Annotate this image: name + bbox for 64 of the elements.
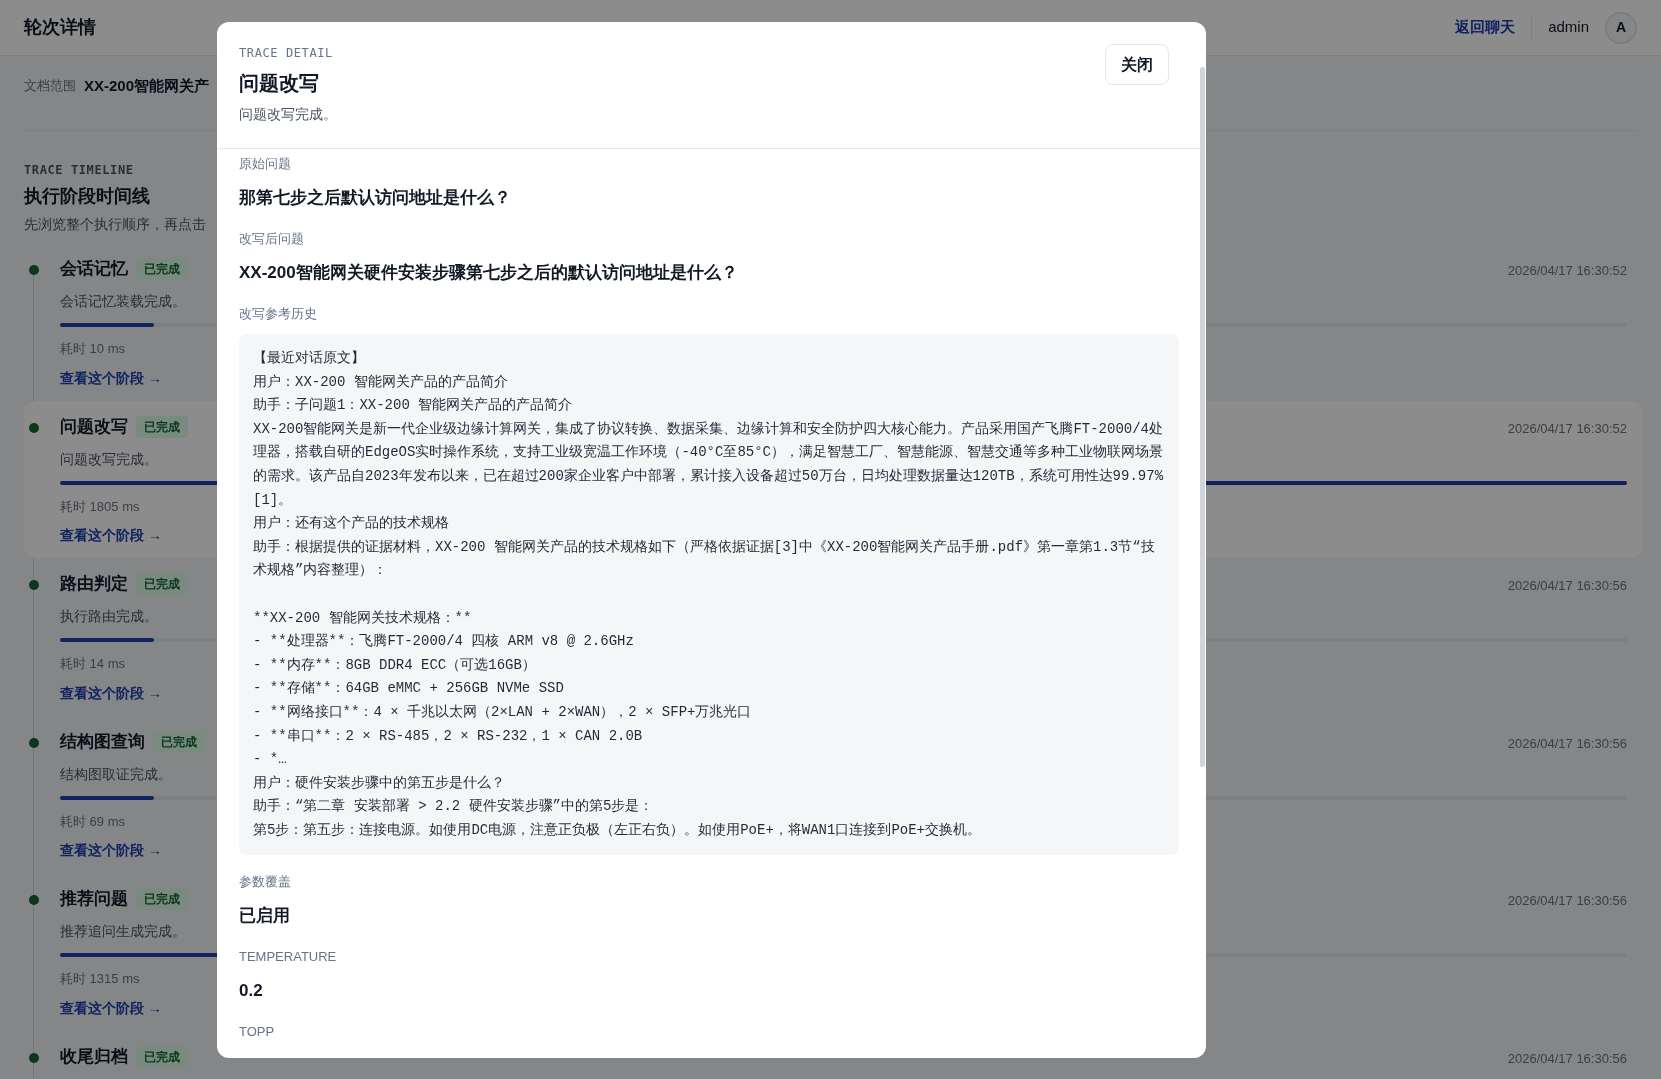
stage-timestamp: 2026/04/17 16:30:56 [1507,734,1627,753]
stage-timestamp: 2026/04/17 16:30:56 [1507,892,1627,910]
stage-name: 收尾归档 [60,1045,128,1068]
field-label: TEMPERATURE [239,948,337,967]
dialog-title: 问题改写 [239,71,319,96]
history-line: - **串口**：2 × RS-485，2 × RS-232，1 × CAN 2.0B [253,726,643,746]
stage-duration: 耗时 69 ms [60,812,125,831]
history-line: 助手：“第二章 安装部署 > 2.2 硬件安装步骤”中的第5步是： [253,797,654,817]
history-line: - **内存**：8GB DDR4 ECC（可选16GB） [253,655,536,675]
stage-description: 会话记忆装载完成。 [60,292,186,311]
status-badge: 已完成 [136,573,188,595]
history-line: 用户：XX-200 智能网关产品的产品简介 [253,372,508,392]
field-label: 原始问题 [239,155,291,173]
status-badge: 已完成 [136,415,188,438]
history-line: **XX-200 智能网关技术规格：** [253,608,472,628]
dialog-eyebrow: TRACE DETAIL [239,45,333,62]
scope-label: 文档范围 [24,77,76,95]
stage-duration: 耗时 10 ms [60,340,125,358]
field-label: TOPP [239,1023,275,1042]
stage-duration: 耗时 1315 ms [60,970,140,988]
field-value: 已启用 [239,905,290,928]
stage-timestamp: 2026/04/17 16:30:56 [1507,577,1627,595]
history-line: 【最近对话原文】 [253,349,365,368]
section-hint: 先浏览整个执行顺序，再点击 [24,215,206,234]
history-line: - *… [253,750,287,770]
history-line: 第5步：第五步：连接电源。如使用DC电源，注意正负极（左正右负）。如使用PoE+，将WAN1口连接到PoE+交换机。 [253,820,982,840]
stage-description: 推荐追问生成完成。 [60,922,186,941]
section-title: 执行阶段时间线 [24,185,150,208]
stage-name: 会话记忆 [60,258,128,281]
history-line: 助手：根据提供的证据材料，XX-200 智能网关产品的技术规格如下（严格依据证据[3]中《XX-200智能网关产品手册.pdf》第一章第1.3节“技术规格”内容整理）： [253,537,1156,581]
field-value: 那第七步之后默认访问地址是什么？ [239,187,511,209]
history-line: - **存储**：64GB eMMC + 256GB NVMe SSD [253,679,564,699]
history-line: 助手：子问题1：XX-200 智能网关产品的产品简介 [253,396,573,416]
stage-name: 推荐问题 [60,888,128,911]
stage-description: 结构图取证完成。 [60,764,172,784]
status-badge: 已完成 [136,1045,188,1068]
stage-name: 路由判定 [60,573,128,596]
history-line: - **网络接口**：4 × 千兆以太网（2×LAN + 2×WAN），2 × SFP+万兆光口 [253,702,752,722]
stage-name: 结构图查询 [60,730,145,753]
history-line: XX-200智能网关是新一代企业级边缘计算网关，集成了协议转换、数据采集、边缘计算和安全防护四大核心能力。产品采用国产飞腾FT-2000/4处理器，搭载自研的EdgeOS实时操作系统，支持工业级宽温工作环境（-40°C至85°C），满足智慧工厂、智慧能源、智慧交通等多种工业物联网场景的需求。该产品自2023年发布以来，已在超过200家企业客户中部署，累计接入设备超过50万台，日均处理数据量达120TB，系统可用性达99.97% [1]。 [253,419,1165,510]
history-line: 用户：还有这个产品的技术规格 [253,514,449,534]
status-badge: 已完成 [136,258,188,280]
page-title: 轮次详情 [24,16,96,39]
stage-timestamp: 2026/04/17 16:30:52 [1507,262,1627,280]
stage-description: 问题改写完成。 [60,449,158,469]
field-label: 改写参考历史 [239,305,317,323]
section-eyebrow: TRACE TIMELINE [24,162,134,179]
history-line: 用户：硬件安装步骤中的第五步是什么？ [253,773,505,793]
stage-timestamp: 2026/04/17 16:30:52 [1507,419,1627,438]
stage-name: 问题改写 [60,415,128,438]
history-line: - **处理器**：飞腾FT-2000/4 四核 ARM v8 @ 2.6GHz [253,632,634,652]
field-value: XX-200智能网关硬件安装步骤第七步之后的默认访问地址是什么？ [239,262,738,284]
stage-timestamp: 2026/04/17 16:30:56 [1507,1049,1627,1068]
stage-duration: 耗时 1805 ms [60,497,140,516]
stage-duration: 耗时 14 ms [60,655,125,673]
field-label: 参数覆盖 [239,873,291,892]
stage-description: 执行路由完成。 [60,607,158,626]
field-value: 0.2 [239,980,263,1003]
field-label: 改写后问题 [239,230,304,248]
status-badge: 已完成 [153,730,205,753]
scope-value: XX-200智能网关产 [84,76,210,96]
dialog-subtitle: 问题改写完成。 [239,105,337,124]
user-name: admin [1548,17,1589,38]
status-badge: 已完成 [136,888,188,910]
